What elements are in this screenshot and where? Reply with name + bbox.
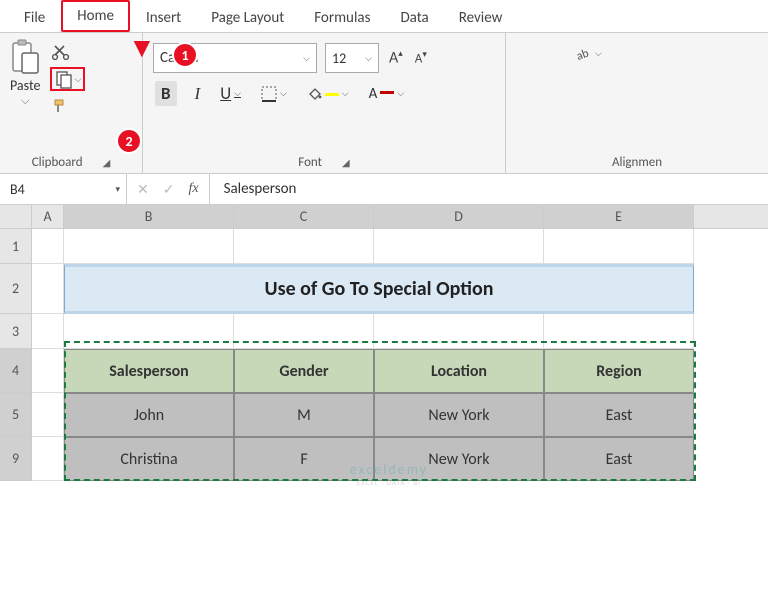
cell[interactable] — [374, 229, 544, 264]
grow-font-button[interactable]: A▴ — [387, 46, 405, 69]
copy-dropdown-caret[interactable]: ⌵ — [74, 74, 81, 85]
table-header[interactable]: Gender — [234, 349, 374, 393]
italic-button[interactable]: I — [193, 84, 203, 104]
bucket-icon — [307, 87, 322, 100]
fill-color-button[interactable]: ⌵ — [305, 87, 351, 100]
tab-home[interactable]: Home — [61, 0, 130, 32]
cell[interactable] — [234, 229, 374, 264]
borders-icon — [261, 86, 277, 102]
row-header-4[interactable]: 4 — [0, 349, 32, 393]
watermark: exceldemy EXCEL · DATA · BI — [350, 461, 428, 487]
borders-button[interactable]: ⌵ — [259, 86, 289, 102]
format-painter-button[interactable] — [50, 95, 85, 117]
cell[interactable] — [32, 229, 64, 264]
cell[interactable] — [374, 314, 544, 349]
select-all-corner[interactable] — [0, 205, 32, 228]
accept-formula-button[interactable]: ✓ — [163, 181, 175, 198]
tab-formulas[interactable]: Formulas — [300, 4, 384, 32]
orientation-icon: ab — [574, 45, 592, 61]
font-group-label: Font — [298, 155, 322, 170]
cell[interactable] — [32, 264, 64, 314]
underline-button[interactable]: U ⌵ — [218, 83, 243, 104]
chevron-down-icon: ⌵ — [365, 53, 372, 64]
callout-badge-2: 2 — [116, 128, 142, 154]
font-size-select[interactable]: 12 ⌵ — [325, 43, 379, 73]
formula-bar: B4 ▾ ✕ ✓ fx Salesperson — [0, 174, 768, 205]
paste-label: Paste — [10, 77, 40, 94]
copy-icon — [54, 69, 74, 89]
table-cell[interactable]: M — [234, 393, 374, 437]
paste-dropdown-caret[interactable]: ⌵ — [21, 94, 29, 108]
clipboard-group-label: Clipboard — [32, 155, 83, 170]
font-size-value: 12 — [332, 50, 346, 67]
cell[interactable] — [64, 229, 234, 264]
svg-text:ab: ab — [575, 47, 591, 61]
sheet-title[interactable]: Use of Go To Special Option — [64, 264, 694, 314]
clipboard-dialog-launcher[interactable]: ◢ — [103, 156, 111, 169]
table-header[interactable]: Location — [374, 349, 544, 393]
chevron-down-icon: ⌵ — [303, 53, 310, 64]
cell[interactable] — [32, 393, 64, 437]
fx-icon[interactable]: fx — [188, 181, 198, 197]
orientation-button[interactable]: ab⌵ — [572, 45, 604, 61]
table-cell[interactable]: East — [544, 437, 694, 481]
table-cell[interactable]: John — [64, 393, 234, 437]
tab-file[interactable]: File — [10, 4, 59, 32]
cell[interactable] — [544, 229, 694, 264]
format-painter-icon — [52, 97, 70, 115]
copy-button[interactable]: ⌵ — [50, 67, 85, 91]
shrink-font-button[interactable]: A▾ — [413, 47, 429, 68]
tab-review[interactable]: Review — [445, 4, 517, 32]
callout-arrow-icon: ▼ — [128, 30, 156, 65]
tab-insert[interactable]: Insert — [132, 4, 195, 32]
table-cell[interactable]: New York — [374, 393, 544, 437]
scissors-icon — [52, 43, 70, 61]
cell[interactable] — [64, 314, 234, 349]
col-header-a[interactable]: A — [32, 205, 64, 228]
alignment-group-label: Alignmen — [612, 155, 662, 170]
group-alignment: ab⌵ Alignmen — [506, 33, 768, 173]
bold-button[interactable]: B — [155, 81, 177, 106]
chevron-down-icon: ▾ — [115, 184, 120, 195]
cell[interactable] — [32, 314, 64, 349]
formula-input[interactable]: Salesperson — [210, 174, 768, 204]
tab-data[interactable]: Data — [386, 4, 442, 32]
ribbon: 1 2 Paste ⌵ ⌵ — [0, 33, 768, 174]
cancel-formula-button[interactable]: ✕ — [137, 181, 149, 198]
font-color-button[interactable]: A ⌵ — [367, 85, 407, 103]
name-box-value: B4 — [10, 181, 25, 198]
cell[interactable] — [32, 437, 64, 481]
paste-icon — [10, 39, 40, 75]
col-header-d[interactable]: D — [374, 205, 544, 228]
tab-page-layout[interactable]: Page Layout — [197, 4, 298, 32]
col-header-e[interactable]: E — [544, 205, 694, 228]
row-header-2[interactable]: 2 — [0, 264, 32, 314]
menu-tabs: File Home Insert Page Layout Formulas Da… — [0, 0, 768, 33]
font-dialog-launcher[interactable]: ◢ — [342, 156, 350, 169]
cell[interactable] — [32, 349, 64, 393]
spreadsheet-grid[interactable]: A B C D E 1 2 Use of Go To Special Optio… — [0, 205, 768, 481]
table-cell[interactable]: East — [544, 393, 694, 437]
col-header-c[interactable]: C — [234, 205, 374, 228]
row-header-3[interactable]: 3 — [0, 314, 32, 349]
cell[interactable] — [234, 314, 374, 349]
table-header[interactable]: Region — [544, 349, 694, 393]
table-header[interactable]: Salesperson — [64, 349, 234, 393]
row-header-5[interactable]: 5 — [0, 393, 32, 437]
row-header-9[interactable]: 9 — [0, 437, 32, 481]
col-header-b[interactable]: B — [64, 205, 234, 228]
cell[interactable] — [544, 314, 694, 349]
row-header-1[interactable]: 1 — [0, 229, 32, 264]
table-cell[interactable]: Christina — [64, 437, 234, 481]
callout-badge-1: 1 — [172, 42, 198, 68]
name-box[interactable]: B4 ▾ — [0, 174, 127, 204]
cut-button[interactable] — [50, 41, 85, 63]
paste-button[interactable]: Paste ⌵ — [6, 37, 44, 110]
